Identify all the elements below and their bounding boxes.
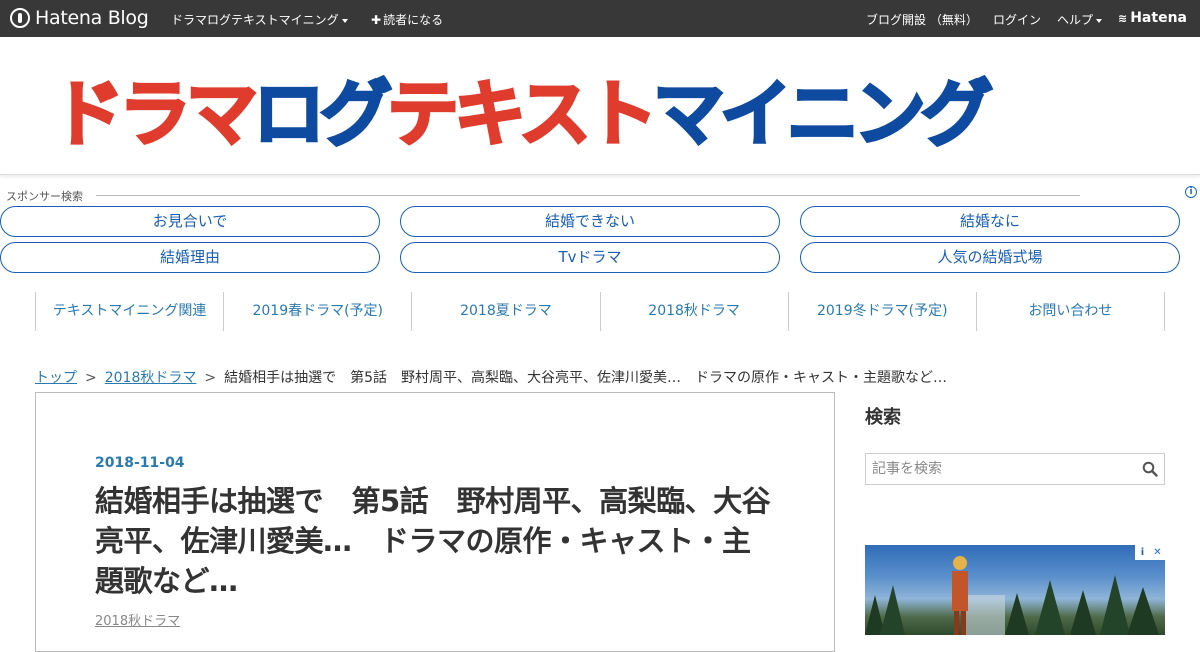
title-part-3: テキスト xyxy=(386,70,660,157)
category-nav: テキストマイニング関連 2019春ドラマ(予定) 2018夏ドラマ 2018秋ド… xyxy=(35,292,1166,331)
sponsor-divider xyxy=(96,195,1080,196)
subscribe-button[interactable]: ✚ 読者になる xyxy=(371,11,443,28)
ad-close-icon[interactable]: ✕ xyxy=(1150,545,1165,560)
sponsor-pill[interactable]: 結婚理由 xyxy=(0,242,380,273)
chevron-down-icon xyxy=(1096,18,1103,23)
nav-item-2018-summer[interactable]: 2018夏ドラマ xyxy=(411,292,599,331)
nav-item-text-mining[interactable]: テキストマイニング関連 xyxy=(35,292,223,331)
blog-menu-label: ドラマログテキストマイニング xyxy=(171,13,339,27)
nav-item-2019-winter[interactable]: 2019冬ドラマ(予定) xyxy=(787,292,976,331)
title-part-2: ログ xyxy=(252,70,394,157)
ad-forest-graphic xyxy=(865,575,1159,635)
article-card: 2018-11-04 結婚相手は抽選で 第5話 野村周平、高梨臨、大谷亮平、佐津… xyxy=(35,392,835,652)
plus-icon: ✚ xyxy=(371,13,382,27)
global-header: Hatena Blog ドラマログテキストマイニング ✚ 読者になる ブログ開設 … xyxy=(0,0,1200,37)
sponsor-search-label: スポンサー検索 xyxy=(6,190,83,203)
ad-character-graphic xyxy=(952,556,968,635)
breadcrumb-separator: > xyxy=(85,370,97,386)
nav-item-contact[interactable]: お問い合わせ xyxy=(975,292,1166,331)
sidebar-ad-image[interactable]: i ✕ xyxy=(865,545,1165,635)
blog-title-logo[interactable]: ドラマ ログ テキスト マイニング xyxy=(50,57,1152,157)
search-icon[interactable] xyxy=(1142,461,1158,477)
search-input[interactable] xyxy=(866,454,1134,484)
title-part-4: マイニング xyxy=(651,70,994,157)
hatena-menu[interactable]: ≋ Hatena xyxy=(1118,10,1187,26)
hatena-label: Hatena xyxy=(1130,10,1187,26)
sponsor-pill[interactable]: 人気の結婚式場 xyxy=(800,242,1180,273)
chevron-down-icon xyxy=(341,18,348,23)
nav-item-2019-spring[interactable]: 2019春ドラマ(予定) xyxy=(223,292,411,331)
ad-controls: i ✕ xyxy=(1135,545,1165,560)
nav-item-2018-autumn[interactable]: 2018秋ドラマ xyxy=(599,292,788,331)
breadcrumb-category-link[interactable]: 2018秋ドラマ xyxy=(105,370,197,386)
breadcrumb-top-link[interactable]: トップ xyxy=(35,370,77,386)
breadcrumb-current: 結婚相手は抽選で 第5話 野村周平、高梨臨、大谷亮平、佐津川愛美… ドラマの原作… xyxy=(224,370,948,386)
sidebar-search-heading: 検索 xyxy=(865,407,901,428)
brand-name: Hatena Blog xyxy=(35,7,149,29)
help-label: ヘルプ xyxy=(1057,13,1094,27)
article-category-link[interactable]: 2018秋ドラマ xyxy=(95,610,180,629)
hatena-blog-logo[interactable]: Hatena Blog xyxy=(10,7,149,29)
title-part-1: ドラマ xyxy=(50,70,259,157)
breadcrumb-separator: > xyxy=(204,370,217,386)
article-date[interactable]: 2018-11-04 xyxy=(95,455,185,471)
sponsor-pill[interactable]: お見合いで xyxy=(0,206,380,237)
blog-header-banner[interactable]: ドラマ ログ テキスト マイニング xyxy=(0,37,1200,175)
blog-menu-dropdown[interactable]: ドラマログテキストマイニング xyxy=(171,11,348,28)
help-dropdown[interactable]: ヘルプ xyxy=(1057,11,1103,28)
info-icon[interactable]: i xyxy=(1185,186,1197,198)
sponsor-pill[interactable]: Tvドラマ xyxy=(400,242,780,273)
hatena-wave-icon: ≋ xyxy=(1118,11,1128,25)
sidebar-search-form xyxy=(865,453,1165,485)
login-link[interactable]: ログイン xyxy=(993,11,1041,28)
hatena-blog-logo-icon xyxy=(10,8,30,28)
subscribe-label: 読者になる xyxy=(383,13,444,27)
breadcrumb: トップ >2018秋ドラマ > 結婚相手は抽選で 第5話 野村周平、高梨臨、大谷亮平、… xyxy=(35,367,947,387)
sponsor-pill[interactable]: 結婚なに xyxy=(800,206,1180,237)
ad-info-icon[interactable]: i xyxy=(1135,545,1150,560)
sponsor-pill[interactable]: 結婚できない xyxy=(400,206,780,237)
open-blog-link[interactable]: ブログ開設 （無料） xyxy=(866,11,978,28)
article-title[interactable]: 結婚相手は抽選で 第5話 野村周平、高梨臨、大谷亮平、佐津川愛美… ドラマの原作… xyxy=(95,481,775,601)
